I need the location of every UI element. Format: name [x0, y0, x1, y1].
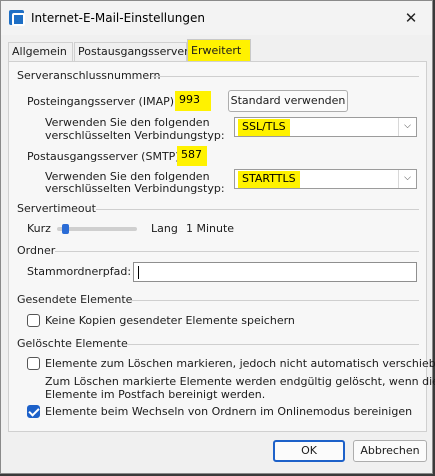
divider	[55, 251, 419, 252]
tab-erweitert[interactable]: Erweitert	[187, 39, 251, 63]
no-copies-label[interactable]: Keine Kopien gesendeter Elemente speiche…	[45, 314, 295, 327]
divider	[151, 76, 419, 77]
server-ports-group-label: Serveranschlussnummern	[17, 69, 161, 82]
purge-on-switch-checkbox[interactable]	[27, 405, 40, 418]
settings-dialog: Internet-E-Mail-Einstellungen ✕ Allgemei…	[0, 0, 435, 474]
use-default-button[interactable]: Standard verwenden	[228, 90, 348, 112]
chevron-down-icon: ⌵	[398, 170, 416, 188]
timeout-value: 1 Minute	[186, 222, 235, 235]
tab-postausgangsserver[interactable]: Postausgangsserver	[74, 42, 189, 62]
sent-items-group-label: Gesendete Elemente	[17, 293, 133, 306]
close-button[interactable]: ✕	[396, 5, 426, 31]
outgoing-encryption-value: STARTTLS	[238, 171, 300, 188]
timeout-slider-track[interactable]	[57, 227, 137, 231]
incoming-encryption-select[interactable]: SSL/TLS ⌵	[234, 117, 417, 137]
outgoing-port-label: Postausgangsserver (SMTP):	[27, 150, 184, 163]
deletion-note-line1: Zum Löschen markierte Elemente werden en…	[45, 375, 435, 388]
mark-for-deletion-checkbox[interactable]	[27, 357, 40, 370]
incoming-port-input[interactable]: 993	[175, 91, 211, 111]
timeout-long-label: Lang	[151, 222, 178, 235]
outgoing-encryption-label-line2: verschlüsselten Verbindungstyp:	[45, 182, 225, 195]
incoming-encryption-label-line1: Verwenden Sie den folgenden	[45, 116, 210, 129]
deletion-note-line2: Elemente im Postfach bereinigt werden.	[45, 388, 266, 401]
timeout-slider-thumb[interactable]	[62, 224, 69, 234]
folders-group-label: Ordner	[17, 244, 56, 257]
no-copies-checkbox[interactable]	[27, 314, 40, 327]
incoming-encryption-label-line2: verschlüsselten Verbindungstyp:	[45, 129, 225, 142]
incoming-port-label: Posteingangsserver (IMAP):	[27, 95, 178, 108]
timeout-short-label: Kurz	[27, 222, 51, 235]
title-bar: Internet-E-Mail-Einstellungen ✕	[1, 1, 432, 35]
mark-for-deletion-label[interactable]: Elemente zum Löschen markieren, jedoch n…	[45, 357, 435, 370]
window-title: Internet-E-Mail-Einstellungen	[31, 11, 205, 25]
outlook-icon	[9, 10, 25, 26]
cancel-button[interactable]: Abbrechen	[353, 440, 427, 462]
root-folder-label: Stammordnerpfad:	[27, 265, 132, 278]
text-caret	[138, 266, 139, 279]
outgoing-port-input[interactable]: 587	[177, 146, 207, 166]
divider	[127, 344, 419, 345]
divider	[96, 209, 419, 210]
outgoing-encryption-select[interactable]: STARTTLS ⌵	[234, 169, 417, 189]
chevron-down-icon: ⌵	[398, 118, 416, 136]
deleted-items-group-label: Gelöschte Elemente	[17, 337, 128, 350]
purge-on-switch-label[interactable]: Elemente beim Wechseln von Ordnern im On…	[45, 405, 412, 418]
ok-button[interactable]: OK	[273, 440, 345, 462]
root-folder-input[interactable]	[133, 262, 417, 282]
tab-allgemein[interactable]: Allgemein	[8, 42, 73, 62]
advanced-panel: Serveranschlussnummern Posteingangsserve…	[8, 61, 435, 432]
timeout-group-label: Servertimeout	[17, 202, 96, 215]
incoming-encryption-value: SSL/TLS	[238, 119, 290, 136]
divider	[130, 300, 419, 301]
